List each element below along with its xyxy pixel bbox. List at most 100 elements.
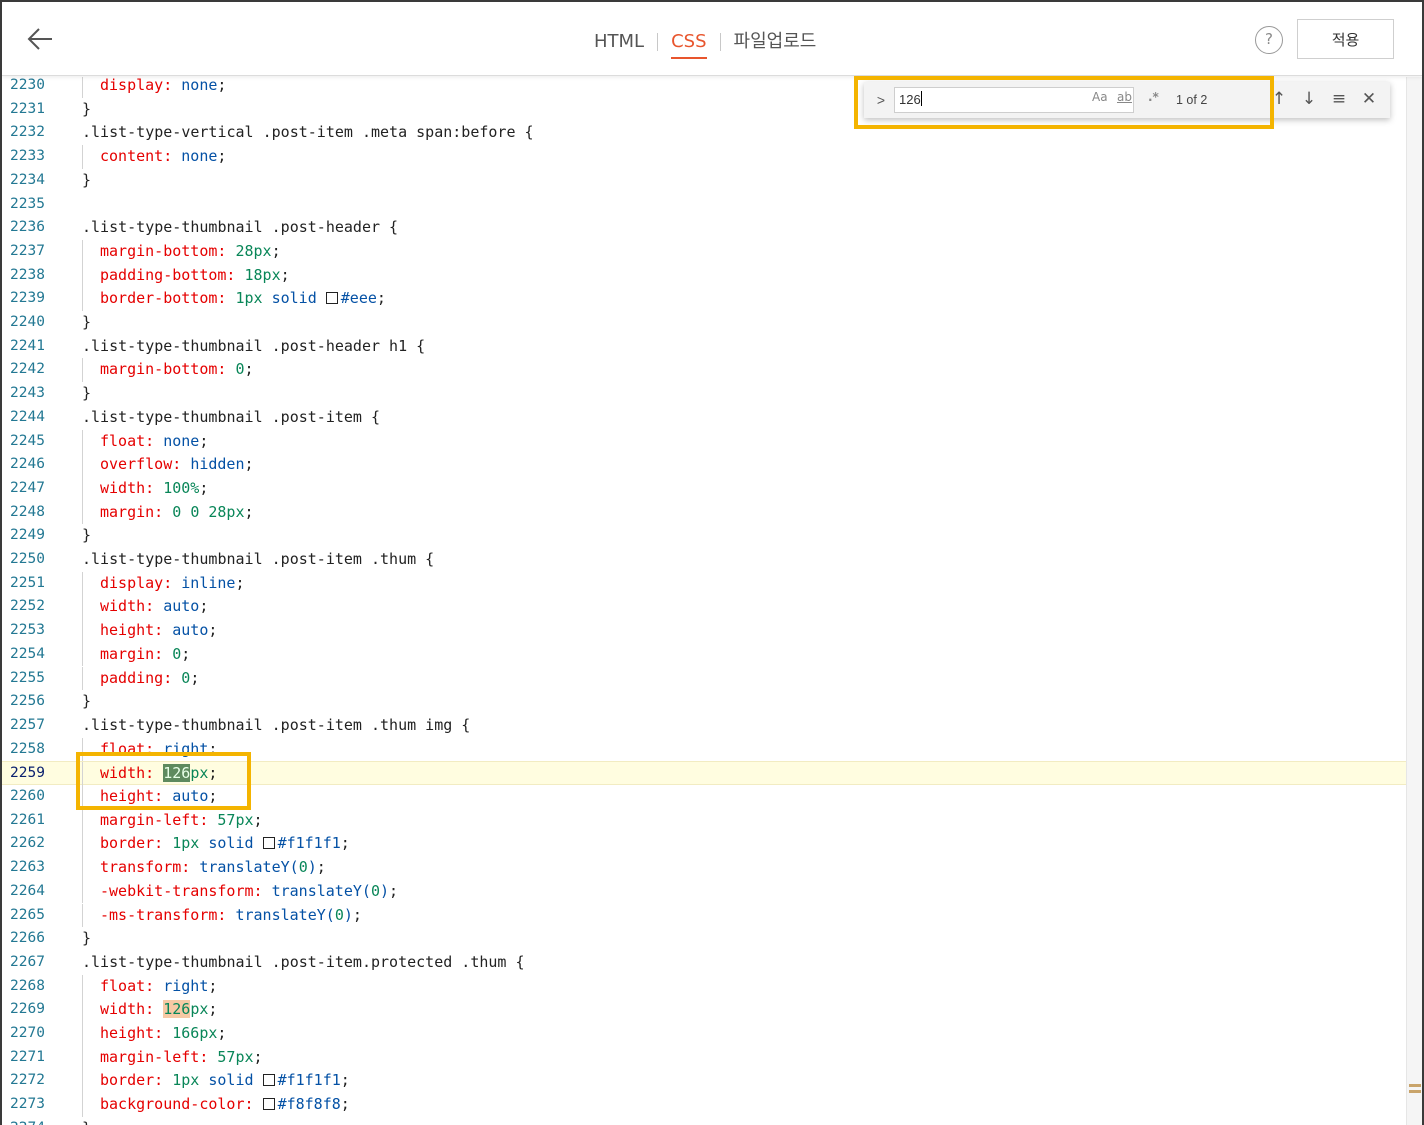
code-line[interactable]: 2274} (2, 1117, 1422, 1125)
code-line[interactable]: 2271 margin-left: 57px; (2, 1045, 1422, 1070)
code-line[interactable]: 2264 -webkit-transform: translateY(0); (2, 879, 1422, 904)
back-button[interactable] (24, 22, 58, 56)
code-text: margin-bottom: 0; (100, 360, 254, 379)
indent-guide (82, 453, 83, 477)
code-line[interactable]: 2270 height: 166px; (2, 1022, 1422, 1046)
code-line[interactable]: 2241 .list-type-thumbnail .post-header h1… (2, 335, 1422, 359)
code-line[interactable]: 2248 margin: 0 0 28px; (2, 500, 1422, 525)
find-in-selection-icon[interactable]: ≡ (1328, 88, 1350, 110)
code-line[interactable]: 2249} (2, 524, 1422, 548)
code-line[interactable]: 2268 float: right; (2, 974, 1422, 999)
code-line[interactable]: 2259 width: 126px; (2, 761, 1422, 786)
code-line[interactable]: 2269 width: 126px; (2, 998, 1422, 1022)
code-line[interactable]: 2236 .list-type-thumbnail .post-header { (2, 216, 1422, 240)
code-line[interactable]: 2238 padding-bottom: 18px; (2, 263, 1422, 288)
code-line[interactable]: 2234} (2, 169, 1422, 193)
code-line[interactable]: 2262 border: 1px solid #f1f1f1; (2, 832, 1422, 857)
code-line[interactable]: 2251 display: inline; (2, 571, 1422, 596)
line-number: 2260 (10, 788, 45, 804)
code-line[interactable]: 2263 transform: translateY(0); (2, 856, 1422, 880)
line-number: 2271 (10, 1048, 45, 1065)
apply-button[interactable]: 적용 (1297, 19, 1394, 59)
code-text: width: auto; (100, 597, 209, 616)
code-line[interactable]: 2237 margin-bottom: 28px; (2, 239, 1422, 264)
code-line[interactable]: 2250 .list-type-thumbnail .post-item .thu… (2, 548, 1422, 572)
line-number: 2270 (10, 1025, 45, 1041)
vertical-scrollbar[interactable] (1406, 77, 1422, 1125)
arrow-up-icon[interactable]: ↑ (1268, 88, 1290, 110)
tab-bar: HTML CSS 파일업로드 (594, 28, 817, 59)
code-text: content: none; (100, 147, 227, 166)
code-text: background-color: #f8f8f8; (100, 1095, 350, 1114)
code-line[interactable]: 2256} (2, 690, 1422, 714)
line-number: 2264 (10, 882, 45, 899)
indent-guide (82, 642, 83, 667)
color-swatch[interactable] (262, 837, 275, 850)
whole-word-icon[interactable]: ab (1117, 90, 1132, 104)
code-line[interactable]: 2252 width: auto; (2, 595, 1422, 620)
code-line[interactable]: 2265 -ms-transform: translateY(0); (2, 903, 1422, 928)
indent-guide (82, 619, 83, 643)
code-line[interactable]: 2261 margin-left: 57px; (2, 808, 1422, 833)
code-text: padding-bottom: 18px; (100, 265, 290, 284)
code-text: width: 100%; (100, 478, 209, 497)
line-number: 2269 (10, 1001, 45, 1018)
chevron-right-icon[interactable]: > (872, 90, 890, 110)
line-number: 2258 (10, 740, 45, 757)
code-line[interactable]: 2243} (2, 382, 1422, 406)
code-line[interactable]: 2240} (2, 311, 1422, 335)
code-text: margin-left: 57px; (100, 1047, 263, 1066)
code-text: float: right; (100, 976, 218, 995)
code-line[interactable]: 2239 border-bottom: 1px solid #eee; (2, 287, 1422, 311)
indent-guide (82, 595, 83, 620)
code-text: } (82, 313, 92, 331)
match-case-icon[interactable]: Aa (1092, 90, 1108, 104)
code-text: float: none; (100, 431, 209, 450)
regex-icon[interactable]: .* (1148, 90, 1159, 104)
color-swatch[interactable] (262, 1074, 275, 1087)
code-text: -ms-transform: translateY(0); (100, 905, 362, 924)
line-number: 2232 (10, 124, 45, 141)
code-line[interactable]: 2246 overflow: hidden; (2, 453, 1422, 477)
code-line[interactable]: 2235 (2, 193, 1422, 217)
code-line[interactable]: 2253 height: auto; (2, 619, 1422, 643)
code-line[interactable]: 2266} (2, 927, 1422, 951)
code-line[interactable]: 2258 float: right; (2, 737, 1422, 762)
code-line[interactable]: 2245 float: none; (2, 429, 1422, 454)
color-swatch[interactable] (325, 292, 338, 305)
indent-guide (82, 77, 83, 98)
code-line[interactable]: 2255 padding: 0; (2, 666, 1422, 691)
arrow-down-icon[interactable]: ↓ (1298, 88, 1320, 110)
help-icon[interactable]: ? (1255, 26, 1283, 54)
indent-guide (82, 808, 83, 833)
code-line[interactable]: 2242 margin-bottom: 0; (2, 358, 1422, 383)
code-line[interactable]: 2244 .list-type-thumbnail .post-item { (2, 406, 1422, 430)
code-text: -webkit-transform: translateY(0); (100, 881, 399, 900)
code-line[interactable]: 2233 content: none; (2, 145, 1422, 169)
line-number: 2268 (10, 977, 45, 994)
code-line[interactable]: 2273 background-color: #f8f8f8; (2, 1093, 1422, 1117)
editor-window: HTML CSS 파일업로드 ? 적용 2230 display: none; 22… (0, 0, 1424, 1125)
line-number: 2241 (10, 337, 45, 354)
tab-file-upload[interactable]: 파일업로드 (734, 28, 817, 56)
code-text: display: inline; (100, 573, 245, 592)
code-line[interactable]: 2272 border: 1px solid #f1f1f1; (2, 1069, 1422, 1094)
code-line[interactable]: 2254 margin: 0; (2, 642, 1422, 667)
code-line[interactable]: 2260 height: auto; (2, 785, 1422, 809)
match-count: 1 of 2 (1176, 93, 1208, 107)
color-swatch[interactable] (262, 1098, 275, 1111)
code-line[interactable]: 2267 .list-type-thumbnail .post-item.prot… (2, 951, 1422, 975)
line-number: 2239 (10, 290, 45, 307)
code-line[interactable]: 2257 .list-type-thumbnail .post-item .thu… (2, 714, 1422, 738)
code-text: height: auto; (100, 787, 218, 805)
code-editor[interactable]: 2230 display: none; 2231} 2232 .list-type-ve… (2, 77, 1422, 1125)
code-text: } (82, 692, 92, 711)
line-number: 2248 (10, 503, 45, 520)
indent-guide (82, 145, 83, 169)
code-line[interactable]: 2232 .list-type-vertical .post-item .meta… (2, 121, 1422, 145)
tab-css[interactable]: CSS (671, 28, 707, 59)
close-icon[interactable]: ✕ (1358, 88, 1380, 110)
code-text: } (82, 99, 92, 118)
code-line[interactable]: 2247 width: 100%; (2, 476, 1422, 501)
tab-html[interactable]: HTML (594, 28, 644, 56)
